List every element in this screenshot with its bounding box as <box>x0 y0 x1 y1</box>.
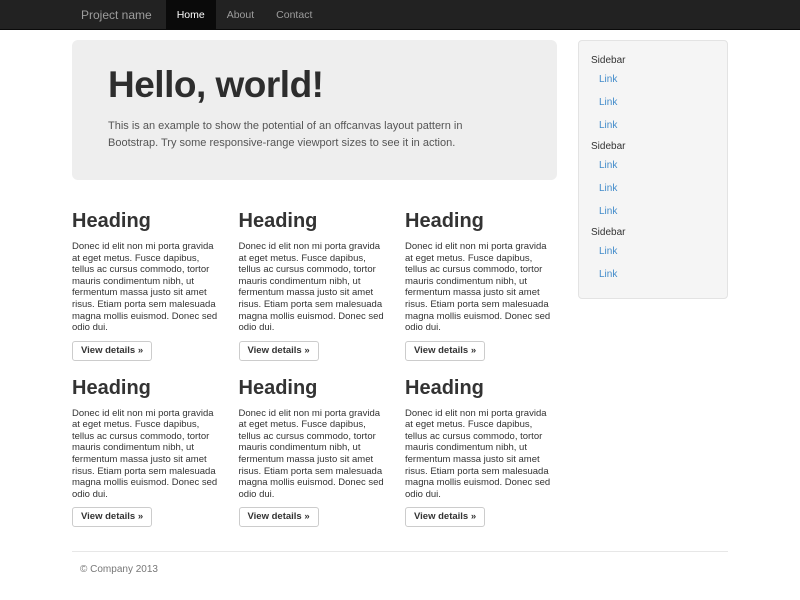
card-body-text: Donec id elit non mi porta gravida at eg… <box>405 408 557 501</box>
footer-divider <box>72 551 728 552</box>
sidebar-link[interactable]: Link <box>579 200 727 223</box>
card: Heading Donec id elit non mi porta gravi… <box>239 210 391 361</box>
sidebar-group-title: Sidebar <box>579 137 727 154</box>
card: Heading Donec id elit non mi porta gravi… <box>239 377 391 528</box>
view-details-button[interactable]: View details » <box>239 341 319 361</box>
sidebar-link[interactable]: Link <box>579 263 727 286</box>
navbar-container: Project name Home About Contact <box>72 0 728 29</box>
card-heading: Heading <box>239 210 391 233</box>
view-details-button[interactable]: View details » <box>239 507 319 527</box>
footer: © Company 2013 <box>72 551 728 575</box>
cards-row-1: Heading Donec id elit non mi porta gravi… <box>72 210 557 361</box>
nav-item-home[interactable]: Home <box>166 0 216 29</box>
sidebar-link[interactable]: Link <box>579 68 727 91</box>
navbar-brand[interactable]: Project name <box>72 0 166 29</box>
card-body-text: Donec id elit non mi porta gravida at eg… <box>72 241 224 334</box>
sidebar-nav: Sidebar Link Link Link Sidebar Link Link… <box>578 40 728 299</box>
card-body-text: Donec id elit non mi porta gravida at eg… <box>239 408 391 501</box>
jumbotron: Hello, world! This is an example to show… <box>72 40 557 180</box>
card-heading: Heading <box>72 210 224 233</box>
navbar: Project name Home About Contact <box>0 0 800 30</box>
card-heading: Heading <box>72 377 224 400</box>
sidebar-group-title: Sidebar <box>579 223 727 240</box>
sidebar-group-title: Sidebar <box>579 51 727 68</box>
card-heading: Heading <box>405 377 557 400</box>
sidebar-link[interactable]: Link <box>579 91 727 114</box>
sidebar-link[interactable]: Link <box>579 240 727 263</box>
nav-item-contact[interactable]: Contact <box>265 0 323 29</box>
cards-row-2: Heading Donec id elit non mi porta gravi… <box>72 377 557 528</box>
sidebar-link[interactable]: Link <box>579 114 727 137</box>
sidebar-column: Sidebar Link Link Link Sidebar Link Link… <box>578 40 728 543</box>
view-details-button[interactable]: View details » <box>72 341 152 361</box>
view-details-button[interactable]: View details » <box>405 341 485 361</box>
sidebar-link[interactable]: Link <box>579 154 727 177</box>
card: Heading Donec id elit non mi porta gravi… <box>405 377 557 528</box>
card-body-text: Donec id elit non mi porta gravida at eg… <box>72 408 224 501</box>
card-heading: Heading <box>239 377 391 400</box>
view-details-button[interactable]: View details » <box>405 507 485 527</box>
card: Heading Donec id elit non mi porta gravi… <box>405 210 557 361</box>
jumbotron-text: This is an example to show the potential… <box>108 118 508 152</box>
sidebar-link[interactable]: Link <box>579 177 727 200</box>
card-body-text: Donec id elit non mi porta gravida at eg… <box>405 241 557 334</box>
page-title: Hello, world! <box>108 64 521 106</box>
content-row: Hello, world! This is an example to show… <box>72 40 728 543</box>
card: Heading Donec id elit non mi porta gravi… <box>72 210 224 361</box>
card-heading: Heading <box>405 210 557 233</box>
main-column: Hello, world! This is an example to show… <box>72 40 557 543</box>
view-details-button[interactable]: View details » <box>72 507 152 527</box>
card-body-text: Donec id elit non mi porta gravida at eg… <box>239 241 391 334</box>
page-container: Hello, world! This is an example to show… <box>72 40 728 575</box>
copyright-text: © Company 2013 <box>80 564 728 575</box>
card: Heading Donec id elit non mi porta gravi… <box>72 377 224 528</box>
nav-item-about[interactable]: About <box>216 0 265 29</box>
